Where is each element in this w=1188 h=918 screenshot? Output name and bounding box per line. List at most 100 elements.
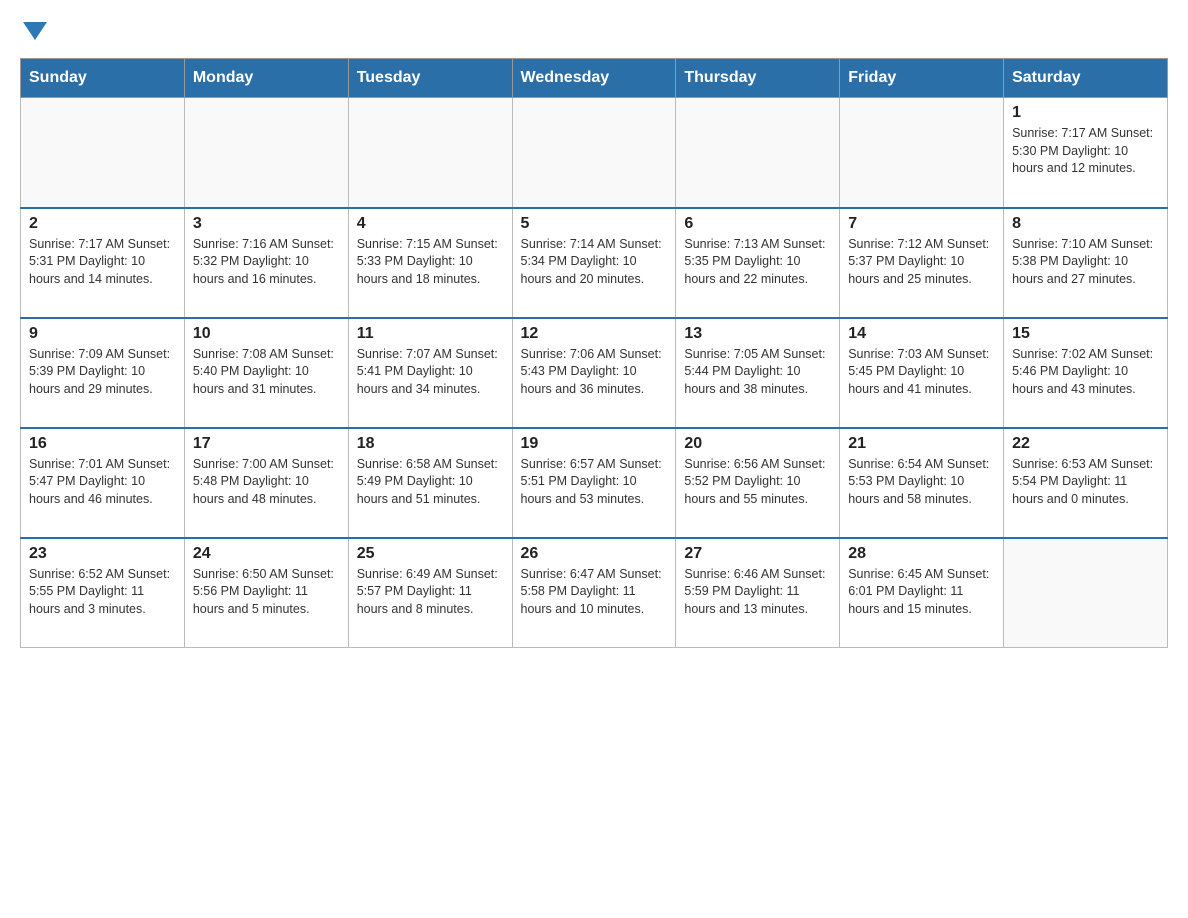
weekday-header-friday: Friday [840,59,1004,98]
day-info: Sunrise: 6:56 AM Sunset: 5:52 PM Dayligh… [684,456,831,509]
day-number: 18 [357,435,504,453]
calendar-day-cell [21,98,185,208]
day-number: 2 [29,215,176,233]
day-info: Sunrise: 6:45 AM Sunset: 6:01 PM Dayligh… [848,566,995,619]
day-info: Sunrise: 7:14 AM Sunset: 5:34 PM Dayligh… [521,236,668,289]
calendar-day-cell: 22 Sunrise: 6:53 AM Sunset: 5:54 PM Dayli… [1004,428,1168,538]
day-number: 17 [193,435,340,453]
logo-arrow-icon [23,22,47,40]
day-info: Sunrise: 6:49 AM Sunset: 5:57 PM Dayligh… [357,566,504,619]
day-info: Sunrise: 7:05 AM Sunset: 5:44 PM Dayligh… [684,346,831,399]
day-number: 5 [521,215,668,233]
day-info: Sunrise: 6:58 AM Sunset: 5:49 PM Dayligh… [357,456,504,509]
weekday-header-monday: Monday [184,59,348,98]
day-number: 26 [521,545,668,563]
calendar-week-row: 1 Sunrise: 7:17 AM Sunset: 5:30 PM Daylig… [21,98,1168,208]
day-info: Sunrise: 6:52 AM Sunset: 5:55 PM Dayligh… [29,566,176,619]
day-info: Sunrise: 6:50 AM Sunset: 5:56 PM Dayligh… [193,566,340,619]
calendar-day-cell: 15Sunrise: 7:02 AM Sunset: 5:46 PM Dayli… [1004,318,1168,428]
calendar-day-cell: 26 Sunrise: 6:47 AM Sunset: 5:58 PM Dayli… [512,538,676,648]
day-number: 23 [29,545,176,563]
day-info: Sunrise: 7:06 AM Sunset: 5:43 PM Dayligh… [521,346,668,399]
day-number: 28 [848,545,995,563]
day-number: 25 [357,545,504,563]
calendar-day-cell: 27 Sunrise: 6:46 AM Sunset: 5:59 PM Dayli… [676,538,840,648]
day-number: 11 [357,325,504,343]
day-number: 19 [521,435,668,453]
weekday-header-thursday: Thursday [676,59,840,98]
logo [20,20,47,38]
calendar-day-cell: 7Sunrise: 7:12 AM Sunset: 5:37 PM Daylig… [840,208,1004,318]
calendar-day-cell: 16 Sunrise: 7:01 AM Sunset: 5:47 PM Dayli… [21,428,185,538]
day-info: Sunrise: 6:57 AM Sunset: 5:51 PM Dayligh… [521,456,668,509]
day-info: Sunrise: 7:16 AM Sunset: 5:32 PM Dayligh… [193,236,340,289]
day-number: 9 [29,325,176,343]
day-info: Sunrise: 6:47 AM Sunset: 5:58 PM Dayligh… [521,566,668,619]
day-number: 16 [29,435,176,453]
calendar-day-cell: 20Sunrise: 6:56 AM Sunset: 5:52 PM Dayli… [676,428,840,538]
weekday-header-wednesday: Wednesday [512,59,676,98]
weekday-header-row: SundayMondayTuesdayWednesdayThursdayFrid… [21,59,1168,98]
weekday-header-sunday: Sunday [21,59,185,98]
calendar-day-cell [676,98,840,208]
day-number: 15 [1012,325,1159,343]
day-info: Sunrise: 7:10 AM Sunset: 5:38 PM Dayligh… [1012,236,1159,289]
day-number: 8 [1012,215,1159,233]
day-info: Sunrise: 7:13 AM Sunset: 5:35 PM Dayligh… [684,236,831,289]
day-info: Sunrise: 7:17 AM Sunset: 5:30 PM Dayligh… [1012,125,1159,178]
calendar-day-cell [512,98,676,208]
day-info: Sunrise: 7:03 AM Sunset: 5:45 PM Dayligh… [848,346,995,399]
day-number: 6 [684,215,831,233]
calendar-day-cell: 1 Sunrise: 7:17 AM Sunset: 5:30 PM Daylig… [1004,98,1168,208]
calendar-day-cell: 2Sunrise: 7:17 AM Sunset: 5:31 PM Daylig… [21,208,185,318]
calendar-day-cell: 23 Sunrise: 6:52 AM Sunset: 5:55 PM Dayli… [21,538,185,648]
calendar-day-cell: 12 Sunrise: 7:06 AM Sunset: 5:43 PM Dayli… [512,318,676,428]
calendar-week-row: 23 Sunrise: 6:52 AM Sunset: 5:55 PM Dayli… [21,538,1168,648]
weekday-header-saturday: Saturday [1004,59,1168,98]
calendar-day-cell: 25 Sunrise: 6:49 AM Sunset: 5:57 PM Dayli… [348,538,512,648]
day-number: 3 [193,215,340,233]
calendar-day-cell: 28 Sunrise: 6:45 AM Sunset: 6:01 PM Dayli… [840,538,1004,648]
day-number: 12 [521,325,668,343]
day-number: 22 [1012,435,1159,453]
calendar-day-cell [184,98,348,208]
calendar-day-cell: 5 Sunrise: 7:14 AM Sunset: 5:34 PM Daylig… [512,208,676,318]
calendar-day-cell: 8 Sunrise: 7:10 AM Sunset: 5:38 PM Daylig… [1004,208,1168,318]
calendar-week-row: 9Sunrise: 7:09 AM Sunset: 5:39 PM Daylig… [21,318,1168,428]
day-info: Sunrise: 7:00 AM Sunset: 5:48 PM Dayligh… [193,456,340,509]
day-number: 14 [848,325,995,343]
day-info: Sunrise: 7:08 AM Sunset: 5:40 PM Dayligh… [193,346,340,399]
calendar-day-cell: 11 Sunrise: 7:07 AM Sunset: 5:41 PM Dayli… [348,318,512,428]
calendar-day-cell: 6 Sunrise: 7:13 AM Sunset: 5:35 PM Daylig… [676,208,840,318]
calendar-day-cell: 3 Sunrise: 7:16 AM Sunset: 5:32 PM Daylig… [184,208,348,318]
calendar-day-cell: 21 Sunrise: 6:54 AM Sunset: 5:53 PM Dayli… [840,428,1004,538]
calendar-day-cell: 9Sunrise: 7:09 AM Sunset: 5:39 PM Daylig… [21,318,185,428]
day-number: 1 [1012,104,1159,122]
day-number: 24 [193,545,340,563]
calendar-day-cell [348,98,512,208]
calendar-day-cell: 24 Sunrise: 6:50 AM Sunset: 5:56 PM Dayli… [184,538,348,648]
day-info: Sunrise: 7:01 AM Sunset: 5:47 PM Dayligh… [29,456,176,509]
weekday-header-tuesday: Tuesday [348,59,512,98]
day-number: 4 [357,215,504,233]
day-info: Sunrise: 7:12 AM Sunset: 5:37 PM Dayligh… [848,236,995,289]
calendar-day-cell: 10 Sunrise: 7:08 AM Sunset: 5:40 PM Dayli… [184,318,348,428]
calendar-day-cell: 4 Sunrise: 7:15 AM Sunset: 5:33 PM Daylig… [348,208,512,318]
calendar-day-cell: 13 Sunrise: 7:05 AM Sunset: 5:44 PM Dayli… [676,318,840,428]
calendar-day-cell: 17 Sunrise: 7:00 AM Sunset: 5:48 PM Dayli… [184,428,348,538]
day-info: Sunrise: 6:46 AM Sunset: 5:59 PM Dayligh… [684,566,831,619]
calendar-week-row: 2Sunrise: 7:17 AM Sunset: 5:31 PM Daylig… [21,208,1168,318]
day-number: 21 [848,435,995,453]
day-number: 27 [684,545,831,563]
calendar-day-cell: 14 Sunrise: 7:03 AM Sunset: 5:45 PM Dayli… [840,318,1004,428]
day-info: Sunrise: 6:54 AM Sunset: 5:53 PM Dayligh… [848,456,995,509]
calendar-day-cell [1004,538,1168,648]
calendar-week-row: 16 Sunrise: 7:01 AM Sunset: 5:47 PM Dayli… [21,428,1168,538]
day-number: 10 [193,325,340,343]
calendar-day-cell [840,98,1004,208]
day-info: Sunrise: 7:15 AM Sunset: 5:33 PM Dayligh… [357,236,504,289]
day-info: Sunrise: 7:07 AM Sunset: 5:41 PM Dayligh… [357,346,504,399]
calendar-table: SundayMondayTuesdayWednesdayThursdayFrid… [20,58,1168,648]
day-info: Sunrise: 6:53 AM Sunset: 5:54 PM Dayligh… [1012,456,1159,509]
day-number: 13 [684,325,831,343]
